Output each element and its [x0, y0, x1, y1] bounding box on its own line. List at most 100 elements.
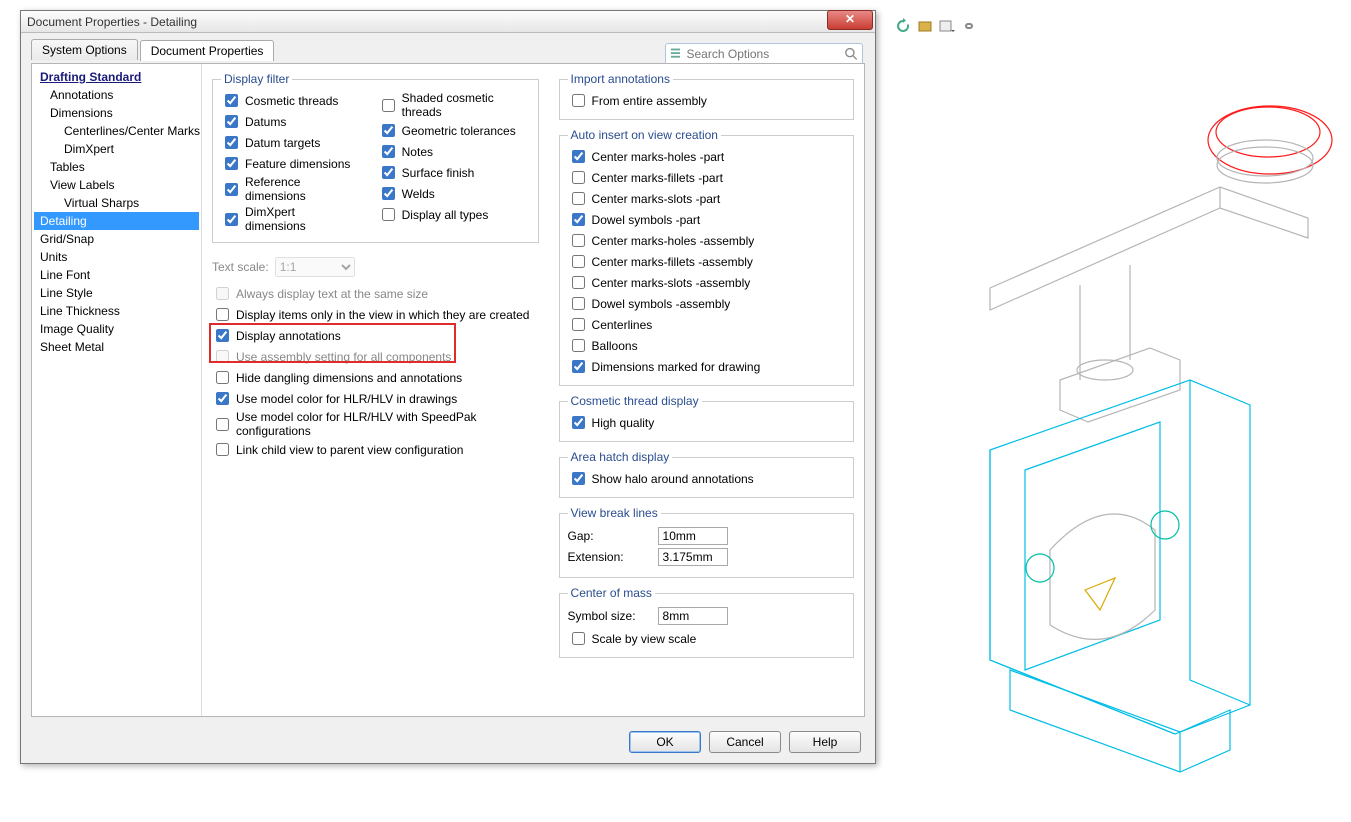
checkbox[interactable] — [572, 213, 585, 226]
checkbox[interactable] — [225, 183, 238, 196]
checkbox-row[interactable]: Shaded cosmetic threads — [378, 90, 530, 120]
checkbox[interactable] — [216, 287, 229, 300]
checkbox[interactable] — [572, 234, 585, 247]
checkbox-row[interactable]: Scale by view scale — [568, 628, 845, 649]
checkbox[interactable] — [225, 136, 238, 149]
checkbox[interactable] — [225, 213, 238, 226]
checkbox[interactable] — [572, 416, 585, 429]
checkbox-row[interactable]: Reference dimensions — [221, 174, 358, 204]
checkbox[interactable] — [216, 329, 229, 342]
checkbox-row[interactable]: Display annotations — [212, 325, 539, 346]
refresh-icon[interactable] — [895, 18, 911, 34]
tree-item[interactable]: View Labels — [34, 176, 199, 194]
tree-item[interactable]: Tables — [34, 158, 199, 176]
tree-item[interactable]: Line Thickness — [34, 302, 199, 320]
checkbox-row[interactable]: Datum targets — [221, 132, 358, 153]
checkbox[interactable] — [572, 318, 585, 331]
checkbox-row[interactable]: Notes — [378, 141, 530, 162]
checkbox-row[interactable]: Always display text at the same size — [212, 283, 539, 304]
tree-item[interactable]: Drafting Standard — [34, 68, 199, 86]
tab-document-properties[interactable]: Document Properties — [140, 40, 275, 61]
checkbox[interactable] — [216, 350, 229, 363]
checkbox[interactable] — [572, 632, 585, 645]
checkbox-row[interactable]: Dimensions marked for drawing — [568, 356, 845, 377]
checkbox-row[interactable]: Datums — [221, 111, 358, 132]
checkbox[interactable] — [572, 339, 585, 352]
checkbox-row[interactable]: Cosmetic threads — [221, 90, 358, 111]
checkbox[interactable] — [216, 308, 229, 321]
tree-item[interactable]: Detailing — [34, 212, 199, 230]
checkbox[interactable] — [382, 187, 395, 200]
checkbox-row[interactable]: Center marks-slots -part — [568, 188, 845, 209]
close-button[interactable]: ✕ — [827, 10, 873, 30]
text-scale-select[interactable]: 1:1 — [275, 257, 355, 277]
symbol-size-input[interactable] — [658, 607, 728, 625]
checkbox[interactable] — [216, 443, 229, 456]
checkbox-row[interactable]: Display items only in the view in which … — [212, 304, 539, 325]
checkbox-row[interactable]: Center marks-fillets -part — [568, 167, 845, 188]
tree-item[interactable]: Sheet Metal — [34, 338, 199, 356]
tab-system-options[interactable]: System Options — [31, 39, 138, 60]
gap-input[interactable] — [658, 527, 728, 545]
checkbox[interactable] — [382, 208, 395, 221]
tree-item[interactable]: Line Font — [34, 266, 199, 284]
tree-item[interactable]: Annotations — [34, 86, 199, 104]
checkbox[interactable] — [382, 145, 395, 158]
checkbox[interactable] — [216, 418, 229, 431]
checkbox-row[interactable]: Show halo around annotations — [568, 468, 845, 489]
extension-input[interactable] — [658, 548, 728, 566]
checkbox[interactable] — [572, 360, 585, 373]
checkbox-row[interactable]: Use model color for HLR/HLV with SpeedPa… — [212, 409, 539, 439]
checkbox[interactable] — [572, 472, 585, 485]
checkbox-row[interactable]: Display all types — [378, 204, 530, 225]
checkbox-row[interactable]: Dowel symbols -part — [568, 209, 845, 230]
tree-item[interactable]: DimXpert — [34, 140, 199, 158]
tree-item[interactable]: Units — [34, 248, 199, 266]
tree-item[interactable]: Grid/Snap — [34, 230, 199, 248]
checkbox-row[interactable]: Use model color for HLR/HLV in drawings — [212, 388, 539, 409]
checkbox-row[interactable]: Center marks-holes -part — [568, 146, 845, 167]
tree-item[interactable]: Line Style — [34, 284, 199, 302]
checkbox-row[interactable]: Use assembly setting for all components — [212, 346, 539, 367]
checkbox-row[interactable]: Geometric tolerances — [378, 120, 530, 141]
checkbox[interactable] — [572, 150, 585, 163]
checkbox[interactable] — [382, 124, 395, 137]
checkbox[interactable] — [216, 371, 229, 384]
checkbox-row[interactable]: Welds — [378, 183, 530, 204]
checkbox[interactable] — [572, 94, 585, 107]
checkbox-row[interactable]: From entire assembly — [568, 90, 845, 111]
checkbox[interactable] — [225, 94, 238, 107]
tree-item[interactable]: Centerlines/Center Marks — [34, 122, 199, 140]
help-button[interactable]: Help — [789, 731, 861, 753]
cancel-button[interactable]: Cancel — [709, 731, 781, 753]
titlebar[interactable]: Document Properties - Detailing ✕ — [21, 11, 875, 33]
checkbox-row[interactable]: Hide dangling dimensions and annotations — [212, 367, 539, 388]
checkbox[interactable] — [572, 255, 585, 268]
checkbox[interactable] — [382, 166, 395, 179]
checkbox-row[interactable]: Link child view to parent view configura… — [212, 439, 539, 460]
link-icon[interactable] — [961, 18, 977, 34]
box-icon[interactable] — [917, 18, 933, 34]
checkbox[interactable] — [225, 157, 238, 170]
checkbox-row[interactable]: Balloons — [568, 335, 845, 356]
dropdown-icon[interactable] — [939, 18, 955, 34]
checkbox-row[interactable]: Center marks-holes -assembly — [568, 230, 845, 251]
checkbox[interactable] — [216, 392, 229, 405]
checkbox-row[interactable]: Dowel symbols -assembly — [568, 293, 845, 314]
checkbox-row[interactable]: Surface finish — [378, 162, 530, 183]
checkbox-row[interactable]: Centerlines — [568, 314, 845, 335]
tree-item[interactable]: Virtual Sharps — [34, 194, 199, 212]
checkbox-row[interactable]: DimXpert dimensions — [221, 204, 358, 234]
ok-button[interactable]: OK — [629, 731, 701, 753]
checkbox-row[interactable]: Center marks-fillets -assembly — [568, 251, 845, 272]
checkbox[interactable] — [572, 171, 585, 184]
checkbox-row[interactable]: Feature dimensions — [221, 153, 358, 174]
checkbox-row[interactable]: Center marks-slots -assembly — [568, 272, 845, 293]
checkbox[interactable] — [572, 192, 585, 205]
checkbox[interactable] — [225, 115, 238, 128]
checkbox-row[interactable]: High quality — [568, 412, 845, 433]
checkbox[interactable] — [572, 297, 585, 310]
tree-item[interactable]: Dimensions — [34, 104, 199, 122]
tree-item[interactable]: Image Quality — [34, 320, 199, 338]
checkbox[interactable] — [572, 276, 585, 289]
